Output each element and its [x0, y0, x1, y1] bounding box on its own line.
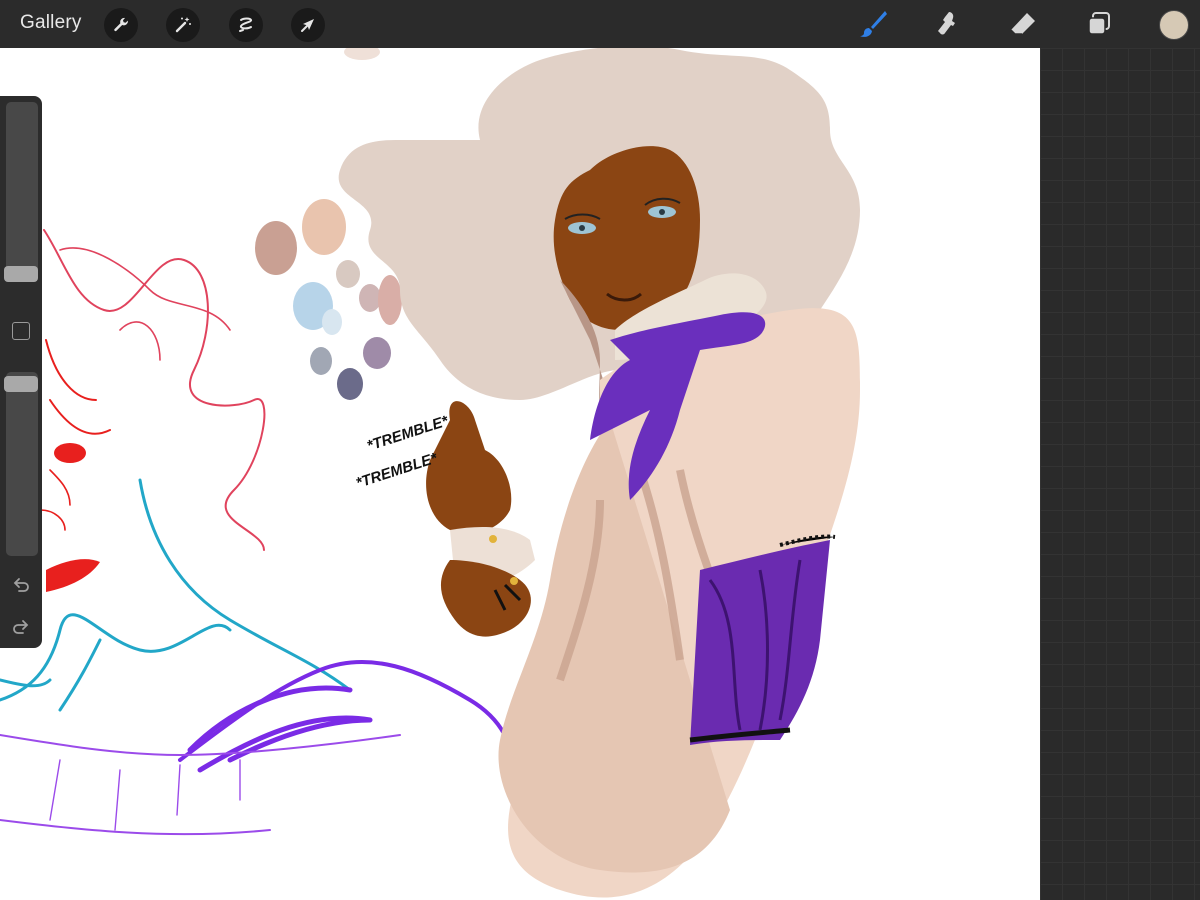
- selection-icon[interactable]: [229, 8, 263, 42]
- brush-size-slider[interactable]: [6, 102, 38, 282]
- transform-arrow-icon[interactable]: [291, 8, 325, 42]
- canvas-background-grid: [1040, 48, 1200, 900]
- opacity-slider[interactable]: [6, 372, 38, 556]
- modify-button[interactable]: [12, 322, 30, 340]
- left-sidebar: [0, 96, 42, 648]
- current-color-swatch[interactable]: [1159, 10, 1189, 40]
- layers-icon[interactable]: [1081, 6, 1117, 42]
- magic-wand-icon[interactable]: [166, 8, 200, 42]
- wrench-icon[interactable]: [104, 8, 138, 42]
- gallery-button[interactable]: Gallery: [20, 12, 82, 34]
- smudge-icon[interactable]: [929, 6, 965, 42]
- redo-icon[interactable]: [10, 616, 32, 638]
- top-toolbar: Gallery: [0, 0, 1200, 48]
- artwork: *TREMBLE* *TREMBLE*: [0, 48, 860, 898]
- undo-icon[interactable]: [10, 574, 32, 596]
- brush-icon[interactable]: [855, 6, 891, 42]
- eraser-icon[interactable]: [1005, 6, 1041, 42]
- opacity-thumb[interactable]: [4, 376, 38, 392]
- drawing-canvas[interactable]: *TREMBLE* *TREMBLE*: [0, 48, 1040, 900]
- brush-size-thumb[interactable]: [4, 266, 38, 282]
